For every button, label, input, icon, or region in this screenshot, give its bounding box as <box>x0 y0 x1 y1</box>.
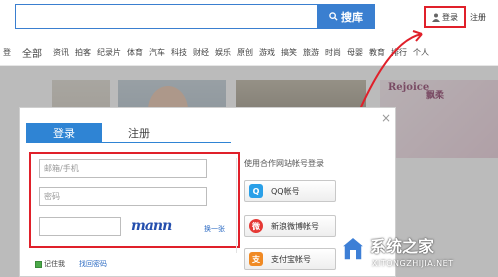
weibo-login-label: 新浪微博帐号 <box>271 221 319 231</box>
category-item[interactable]: 科技 <box>168 47 190 58</box>
house-logo-icon <box>338 236 368 261</box>
remember-checkbox[interactable] <box>35 260 42 268</box>
watermark-url: XITONGZHIJIA.NET <box>372 259 454 268</box>
captcha-image[interactable]: mann <box>131 218 189 238</box>
category-item[interactable]: 资讯 <box>50 47 72 58</box>
search-input[interactable] <box>15 4 318 29</box>
divider <box>236 158 237 253</box>
login-link[interactable]: 登录 <box>424 6 466 28</box>
category-item[interactable]: 体育 <box>124 47 146 58</box>
weibo-icon: 微 <box>249 219 263 233</box>
category-item[interactable]: 汽车 <box>146 47 168 58</box>
forgot-password-link[interactable]: 找回密码 <box>79 259 107 269</box>
tab-underline <box>26 142 231 143</box>
remember-me[interactable]: 记住我 <box>35 259 65 269</box>
category-item[interactable]: 搞笑 <box>278 47 300 58</box>
account-input[interactable] <box>39 159 207 178</box>
refresh-captcha-link[interactable]: 换一张 <box>204 224 225 234</box>
watermark: 系统之家 XITONGZHIJIA.NET <box>338 229 498 277</box>
qq-icon: Q <box>249 184 263 198</box>
category-item[interactable]: 财经 <box>190 47 212 58</box>
category-item[interactable]: 纪录片 <box>94 47 124 58</box>
qq-login-label: QQ帐号 <box>271 186 300 196</box>
partner-login-title: 使用合作网站帐号登录 <box>244 159 324 168</box>
close-icon[interactable]: × <box>381 111 391 125</box>
search-icon <box>329 12 338 21</box>
alipay-login-label: 支付宝帐号 <box>271 254 311 264</box>
category-item[interactable]: 游戏 <box>256 47 278 58</box>
tab-login[interactable]: 登录 <box>26 123 102 142</box>
search-button-label: 搜库 <box>341 10 363 24</box>
tab-register[interactable]: 注册 <box>128 123 178 142</box>
alipay-login-button[interactable]: 支 支付宝帐号 <box>244 248 336 270</box>
user-icon <box>432 13 440 22</box>
category-item[interactable]: 全部 <box>14 45 50 60</box>
login-link-label: 登录 <box>442 12 458 22</box>
remember-label: 记住我 <box>44 260 65 268</box>
category-item[interactable]: 时尚 <box>322 47 344 58</box>
register-link[interactable]: 注册 <box>470 12 486 23</box>
captcha-input[interactable] <box>39 217 121 236</box>
category-item[interactable]: 娱乐 <box>212 47 234 58</box>
category-item[interactable]: 拍客 <box>72 47 94 58</box>
alipay-icon: 支 <box>249 252 263 266</box>
category-item[interactable]: 原创 <box>234 47 256 58</box>
category-item[interactable]: 登 <box>0 47 14 58</box>
search-button[interactable]: 搜库 <box>317 4 375 29</box>
category-item[interactable]: 旅游 <box>300 47 322 58</box>
weibo-login-button[interactable]: 微 新浪微博帐号 <box>244 215 336 237</box>
qq-login-button[interactable]: Q QQ帐号 <box>244 180 336 202</box>
password-input[interactable] <box>39 187 207 206</box>
watermark-name: 系统之家 <box>370 237 435 256</box>
login-form-highlight: mann 换一张 <box>29 152 240 248</box>
